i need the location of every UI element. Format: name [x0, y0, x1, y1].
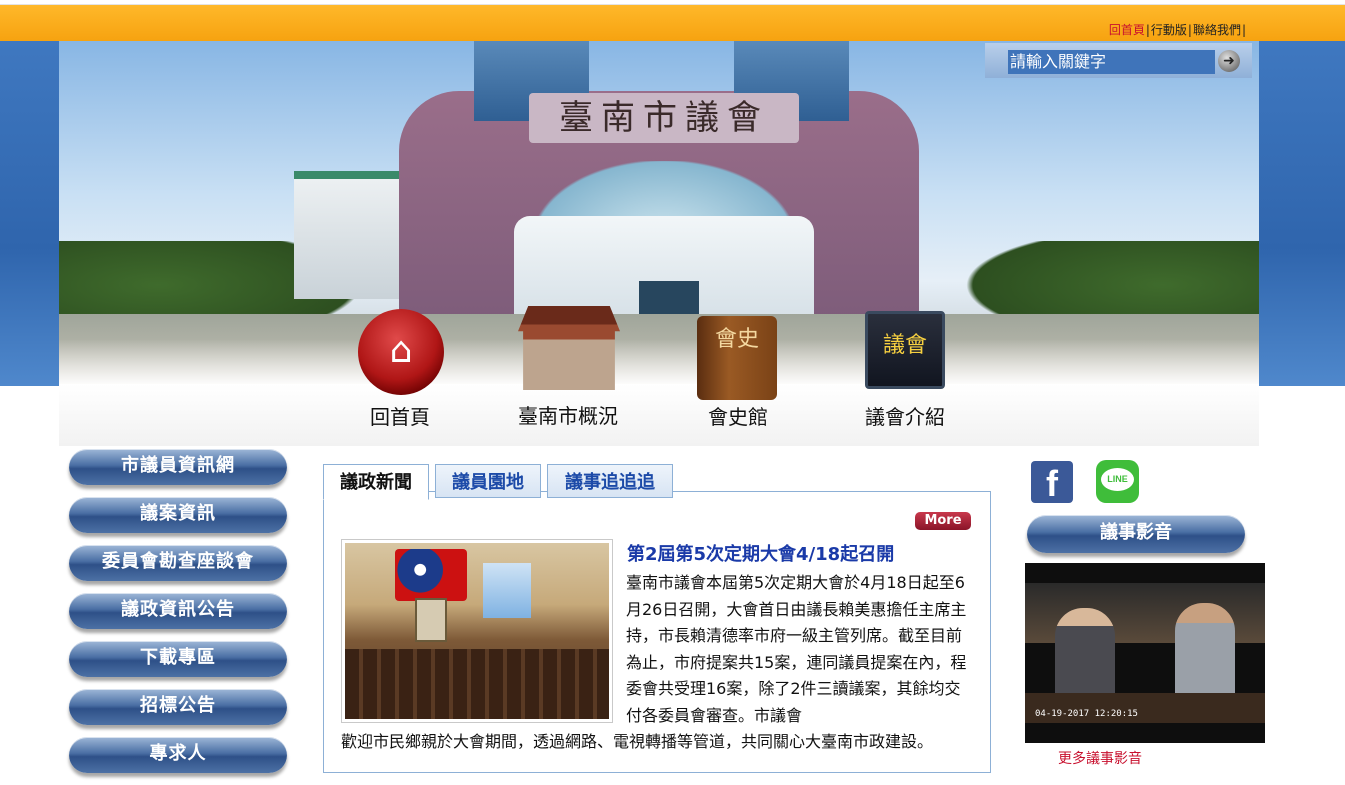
council-video-thumbnail[interactable]: 04-19-2017 12:20:15: [1025, 563, 1265, 743]
search-submit-button[interactable]: ➜: [1218, 50, 1240, 72]
banner-fade: [59, 339, 1259, 384]
more-videos-link[interactable]: 更多議事影音: [1058, 748, 1142, 768]
council-video-button[interactable]: 議事影音: [1027, 515, 1245, 553]
news-body: 臺南市議會本屆第5次定期大會於4月18日起至6月26日召開，大會首日由議長賴美惠…: [626, 573, 967, 725]
tab-council-tracking[interactable]: 議事追追追: [547, 464, 673, 498]
facebook-icon[interactable]: f: [1031, 461, 1073, 504]
top-link-separator: |: [1241, 23, 1246, 37]
sidebar-item-bills[interactable]: 議案資訊: [69, 497, 287, 533]
photo-flag: [395, 549, 467, 601]
news-body-continued: 歡迎市民鄉親於大會期間，透過網路、電視轉播等管道，共同關心大臺南市政建設。: [341, 732, 934, 751]
line-icon[interactable]: LINE: [1096, 460, 1139, 503]
top-link-home[interactable]: 回首頁: [1109, 23, 1145, 37]
top-link-separator: |: [1145, 23, 1150, 37]
tab-councilor-garden[interactable]: 議員園地: [435, 464, 541, 498]
nav-tainan-overview-label[interactable]: 臺南市概況: [513, 405, 623, 427]
house-icon[interactable]: ⌂: [358, 309, 444, 395]
line-logo-text: LINE: [1101, 468, 1134, 491]
sidebar-item-tenders[interactable]: 招標公告: [69, 689, 287, 725]
news-photo[interactable]: [341, 539, 613, 723]
sidebar-item-committee-inspection[interactable]: 委員會勘查座談會: [69, 545, 287, 581]
blackboard-icon[interactable]: 議會: [865, 311, 945, 389]
nav-history-hall-label[interactable]: 會史館: [683, 405, 793, 429]
tab-council-news[interactable]: 議政新聞: [323, 464, 429, 500]
sidebar-item-announcements[interactable]: 議政資訊公告: [69, 593, 287, 629]
council-chamber-photo: [345, 543, 609, 719]
photo-seats: [345, 649, 609, 719]
top-links: 回首頁|行動版|聯絡我們|: [1109, 21, 1247, 38]
book-icon[interactable]: 會史: [697, 316, 777, 400]
photo-screen: [483, 563, 531, 618]
sidebar-item-recruitment[interactable]: 專求人: [69, 737, 287, 773]
banner-building-sign: 臺南市議會: [529, 93, 799, 143]
video-timestamp: 04-19-2017 12:20:15: [1035, 709, 1138, 719]
news-headline[interactable]: 第2屆第5次定期大會4/18起召開: [627, 540, 894, 566]
search-input[interactable]: [1008, 50, 1215, 74]
header-banner-image: 臺南市議會: [59, 41, 1259, 384]
photo-portrait: [415, 598, 447, 642]
banner-hotel-building: [294, 171, 404, 299]
sidebar-item-councilor-info[interactable]: 市議員資訊網: [69, 449, 287, 485]
temple-icon[interactable]: [518, 306, 620, 390]
sidebar-menu: 市議員資訊網 議案資訊 委員會勘查座談會 議政資訊公告 下載專區 招標公告 專求…: [69, 449, 289, 785]
nav-council-intro-label[interactable]: 議會介紹: [850, 405, 960, 429]
sidebar-item-downloads[interactable]: 下載專區: [69, 641, 287, 677]
nav-home-label[interactable]: 回首頁: [345, 405, 455, 429]
arrow-right-icon: ➜: [1223, 53, 1235, 69]
top-link-separator: |: [1187, 23, 1192, 37]
news-more-button[interactable]: More: [915, 512, 971, 530]
top-bar: 回首頁|行動版|聯絡我們|: [0, 4, 1345, 42]
top-link-contact[interactable]: 聯絡我們: [1193, 23, 1241, 37]
main-nav-band: [59, 384, 1259, 446]
top-link-mobile[interactable]: 行動版: [1151, 23, 1187, 37]
